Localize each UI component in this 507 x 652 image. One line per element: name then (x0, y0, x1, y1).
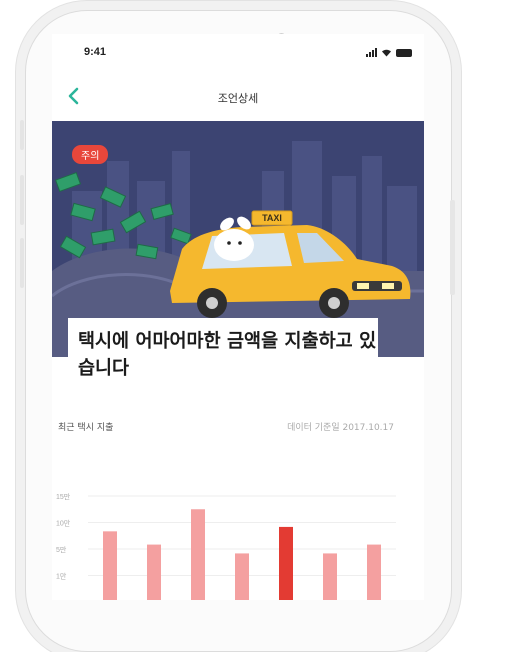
nav-header: 조언상세 (52, 86, 424, 110)
phone-side-button (20, 238, 24, 288)
chart-bar (191, 509, 205, 600)
warning-badge: 주의 (72, 145, 109, 164)
spending-chart: 15만10만5만1만10.910.1010.1110.1210.1310.141… (52, 434, 424, 600)
chart-bar (279, 526, 293, 600)
signal-icon (366, 48, 377, 57)
status-icons (366, 48, 412, 57)
y-tick-label: 10만 (56, 519, 71, 528)
bar-chart: 15만10만5만1만10.910.1010.1110.1210.1310.141… (56, 492, 396, 600)
y-tick-label: 1만 (56, 572, 67, 581)
chart-date-label: 데이터 기준일 2017.10.17 (287, 423, 394, 433)
status-bar: 9:41 (52, 46, 424, 62)
phone-side-button (20, 175, 24, 225)
status-time: 9:41 (84, 46, 107, 58)
chart-bar (367, 544, 381, 600)
headline: 택시에 어마어마한 금액을 지출하고 있습니다 (78, 331, 377, 379)
y-tick-label: 5만 (56, 545, 67, 554)
chart-bar (147, 544, 161, 600)
chart-title: 최근 택시 지출 (58, 423, 114, 433)
chart-bar (323, 553, 337, 600)
page-title: 조언상세 (217, 92, 259, 105)
phone-side-button (450, 200, 455, 295)
phone-side-button (20, 120, 24, 150)
y-tick-label: 15만 (56, 492, 71, 501)
taxi-sign-text: TAXI (262, 213, 282, 223)
battery-icon (396, 49, 412, 57)
wifi-icon (382, 49, 391, 57)
chart-bar (235, 553, 249, 600)
app-screen: 9:41 조언상세 TAXI 주의 택시에 어마어마한 금액을 지출하고 있습니… (52, 34, 424, 600)
headline-card: 택시에 어마어마한 금액을 지출하고 있습니다 (68, 318, 378, 388)
chart-bar (103, 531, 117, 600)
